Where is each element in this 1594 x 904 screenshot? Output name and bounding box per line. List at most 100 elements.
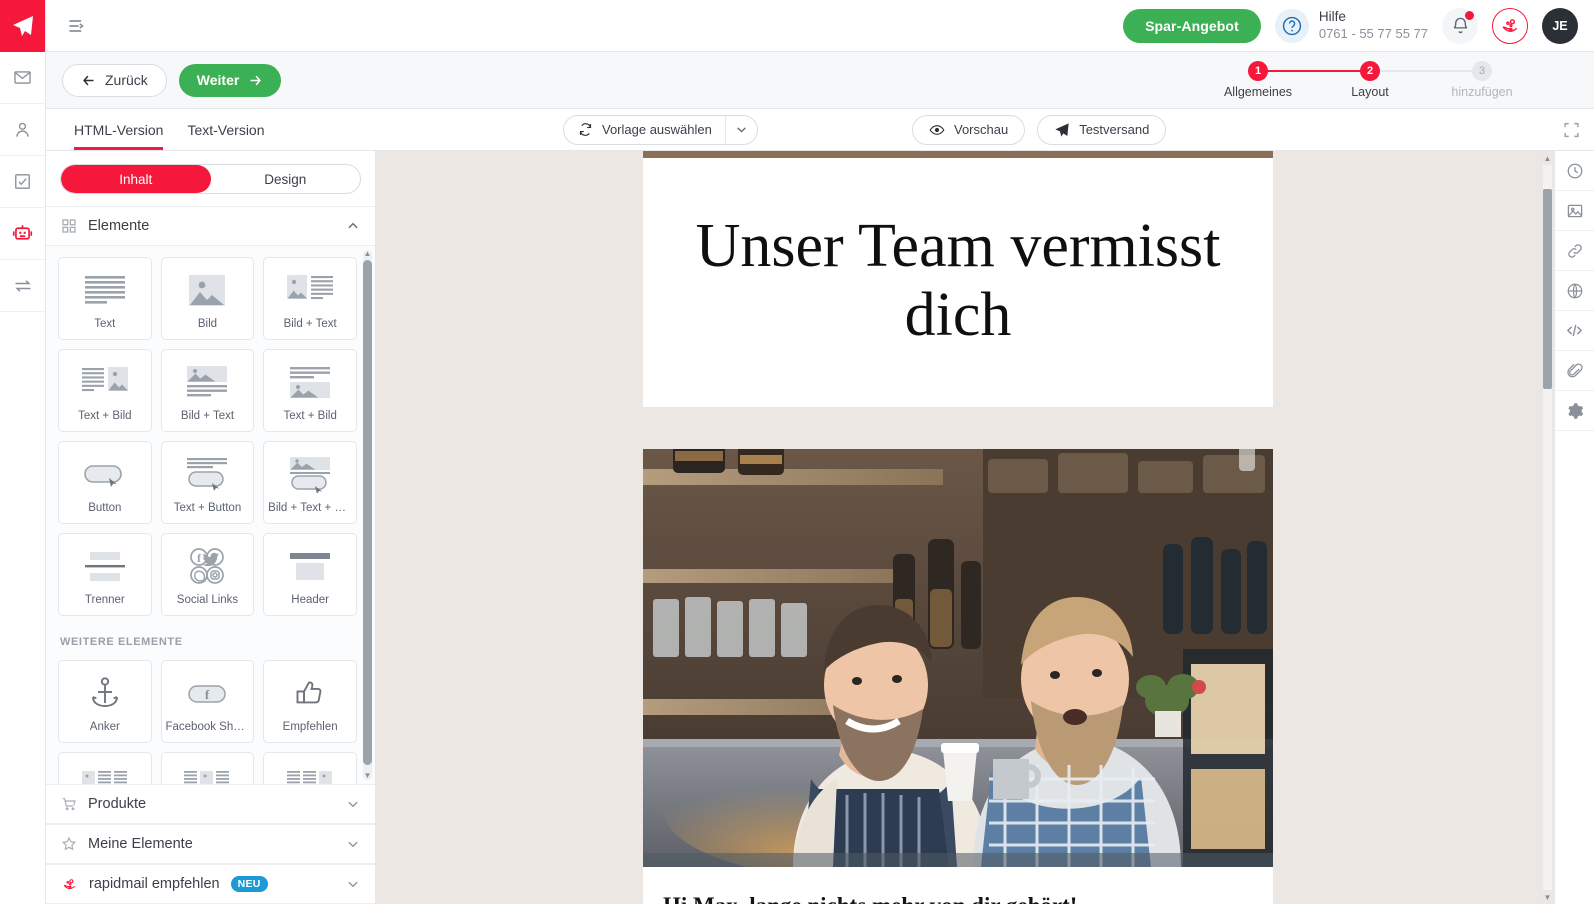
select-template-label: Vorlage auswählen bbox=[602, 122, 712, 137]
element-tile-text[interactable]: Text bbox=[58, 257, 152, 340]
rail-item-forms[interactable] bbox=[0, 156, 45, 208]
chevron-down-icon[interactable] bbox=[724, 115, 757, 144]
offer-button[interactable]: Spar-Angebot bbox=[1123, 8, 1261, 43]
next-button[interactable]: Weiter bbox=[178, 63, 282, 97]
image-icon bbox=[1567, 204, 1582, 217]
wizard-step-3[interactable]: 3 hinzufügen bbox=[1426, 61, 1538, 99]
scroll-down-arrow[interactable]: ▼ bbox=[363, 772, 372, 780]
question-circle-icon[interactable] bbox=[1274, 8, 1309, 43]
help-block[interactable]: Hilfe 0761 - 55 77 55 77 bbox=[1274, 8, 1428, 43]
email-top-accent-bar bbox=[643, 151, 1273, 158]
email-greeting: Hi Max, lange nichts mehr von dir gehört… bbox=[643, 866, 1273, 904]
sidebar-toggle-icon[interactable] bbox=[62, 11, 92, 41]
app-logo[interactable] bbox=[0, 0, 45, 52]
step-connector-1 bbox=[1258, 70, 1370, 72]
testsend-button[interactable]: Testversand bbox=[1037, 114, 1167, 145]
wizard-step-2[interactable]: 2 Layout bbox=[1314, 61, 1482, 99]
toggle-design[interactable]: Design bbox=[211, 165, 361, 193]
star-icon bbox=[61, 836, 77, 851]
referral-hand-icon[interactable] bbox=[1492, 7, 1528, 44]
image-over-text-art-icon bbox=[181, 359, 233, 407]
tool-source-code[interactable] bbox=[1555, 311, 1594, 351]
wizard-nav-buttons: Zurück Weiter bbox=[62, 63, 282, 97]
step-2-number: 2 bbox=[1360, 61, 1380, 81]
element-tile-social-links[interactable]: f Social Links bbox=[160, 533, 255, 616]
panel-scroll-thumb[interactable] bbox=[363, 260, 372, 765]
canvas-left-gutter bbox=[376, 151, 382, 904]
panel-scrollbar[interactable]: ▲ ▼ bbox=[363, 250, 372, 780]
element-tile-trenner[interactable]: Trenner bbox=[58, 533, 152, 616]
section-produkte-header[interactable]: Produkte bbox=[46, 784, 375, 824]
refresh-icon bbox=[579, 123, 592, 136]
element-tile-anker[interactable]: Anker bbox=[58, 660, 152, 743]
canvas-scroll-down[interactable]: ▼ bbox=[1541, 890, 1554, 904]
element-tile-bild-text-text[interactable]: Bild + Text + Te... bbox=[58, 752, 152, 784]
wizard-step-1[interactable]: 1 Allgemeines bbox=[1202, 61, 1370, 99]
canvas-scrollbar[interactable]: ▲ ▼ bbox=[1540, 151, 1554, 904]
element-tile-label: Trenner bbox=[84, 594, 125, 606]
wizard-steps: 1 Allgemeines 2 Layout 3 hinzufügen bbox=[1202, 61, 1578, 99]
toggle-inhalt[interactable]: Inhalt bbox=[61, 165, 211, 193]
thumbs-up-icon bbox=[293, 670, 327, 718]
element-tile-text-bild[interactable]: Text + Bild bbox=[58, 349, 152, 432]
element-tile-bild-text[interactable]: Bild + Text bbox=[263, 257, 357, 340]
rail-item-automation[interactable] bbox=[0, 208, 45, 260]
tool-webversion[interactable] bbox=[1555, 271, 1594, 311]
tool-links[interactable] bbox=[1555, 231, 1594, 271]
preview-button[interactable]: Vorschau bbox=[912, 114, 1026, 145]
element-tile-button[interactable]: Button bbox=[58, 441, 152, 524]
notifications-button[interactable] bbox=[1442, 7, 1478, 44]
email-headline: Unser Team vermisst dich bbox=[695, 212, 1221, 350]
canvas-scroll-up[interactable]: ▲ bbox=[1541, 151, 1554, 165]
avatar[interactable]: JE bbox=[1542, 7, 1578, 44]
rail-item-recipients[interactable] bbox=[0, 104, 45, 156]
section-meine-elemente-header[interactable]: Meine Elemente bbox=[46, 824, 375, 864]
element-tile-header[interactable]: Header bbox=[263, 533, 357, 616]
globe-icon bbox=[1567, 283, 1582, 298]
element-tile-text-bild-text[interactable]: Text + Bild + Te... bbox=[160, 752, 255, 784]
tab-html-version[interactable]: HTML-Version bbox=[74, 109, 164, 150]
editor-sidebar: Inhalt Design Elemente Text Bild Bild + … bbox=[46, 151, 376, 904]
section-rapidmail-title: rapidmail empfehlen bbox=[89, 876, 220, 892]
scroll-up-arrow[interactable]: ▲ bbox=[363, 250, 372, 258]
elements-scroll-area[interactable]: Text Bild Bild + Text Text + Bild Bild +… bbox=[46, 246, 375, 784]
photo-drag-handle[interactable] bbox=[1239, 448, 1255, 471]
email-canvas[interactable]: Unser Team vermisst dich bbox=[376, 151, 1540, 904]
help-text: Hilfe 0761 - 55 77 55 77 bbox=[1319, 9, 1428, 41]
element-tile-label: Bild bbox=[197, 318, 218, 330]
rail-item-integrations[interactable] bbox=[0, 260, 45, 312]
tool-settings[interactable] bbox=[1555, 391, 1594, 431]
element-tile-text-text-bild[interactable]: Text + Text + Bi... bbox=[263, 752, 357, 784]
element-tile-label: Bild + Text + Bu... bbox=[268, 502, 353, 514]
notification-dot bbox=[1465, 10, 1474, 20]
element-tile-text-ueber-bild[interactable]: Text + Bild bbox=[263, 349, 357, 432]
link-icon bbox=[1567, 243, 1582, 258]
svg-text:f: f bbox=[205, 687, 210, 702]
section-rapidmail-empfehlen-header[interactable]: rapidmail empfehlen NEU bbox=[46, 864, 375, 904]
element-tile-bild-ueber-text[interactable]: Bild + Text bbox=[160, 349, 255, 432]
neu-badge: NEU bbox=[230, 876, 268, 892]
fullscreen-icon[interactable] bbox=[1563, 121, 1580, 138]
tool-history[interactable] bbox=[1555, 151, 1594, 191]
tool-attachments[interactable] bbox=[1555, 351, 1594, 391]
element-tile-text-button[interactable]: Text + Button bbox=[160, 441, 255, 524]
element-tile-bild-text-button[interactable]: Bild + Text + Bu... bbox=[263, 441, 357, 524]
preview-label: Vorschau bbox=[954, 122, 1009, 137]
elements-grid: Text Bild Bild + Text Text + Bild Bild +… bbox=[46, 246, 375, 627]
chevron-down-icon bbox=[348, 881, 358, 888]
element-tile-facebook-share[interactable]: f Facebook Share bbox=[160, 660, 255, 743]
step-1-number: 1 bbox=[1248, 61, 1268, 81]
element-tile-empfehlen[interactable]: Empfehlen bbox=[263, 660, 357, 743]
email-photo-block[interactable] bbox=[643, 448, 1273, 867]
canvas-scroll-thumb[interactable] bbox=[1543, 189, 1552, 389]
section-elemente-header[interactable]: Elemente bbox=[46, 206, 375, 246]
element-tile-bild[interactable]: Bild bbox=[160, 257, 255, 340]
tool-media[interactable] bbox=[1555, 191, 1594, 231]
rail-item-mailings[interactable] bbox=[0, 52, 45, 104]
select-template-button[interactable]: Vorlage auswählen bbox=[564, 116, 725, 144]
step-3-number: 3 bbox=[1472, 61, 1492, 81]
email-headline-block[interactable]: Unser Team vermisst dich bbox=[643, 158, 1273, 407]
back-button[interactable]: Zurück bbox=[62, 63, 167, 97]
template-split-button: Vorlage auswählen bbox=[563, 114, 758, 145]
tab-text-version[interactable]: Text-Version bbox=[187, 109, 264, 150]
